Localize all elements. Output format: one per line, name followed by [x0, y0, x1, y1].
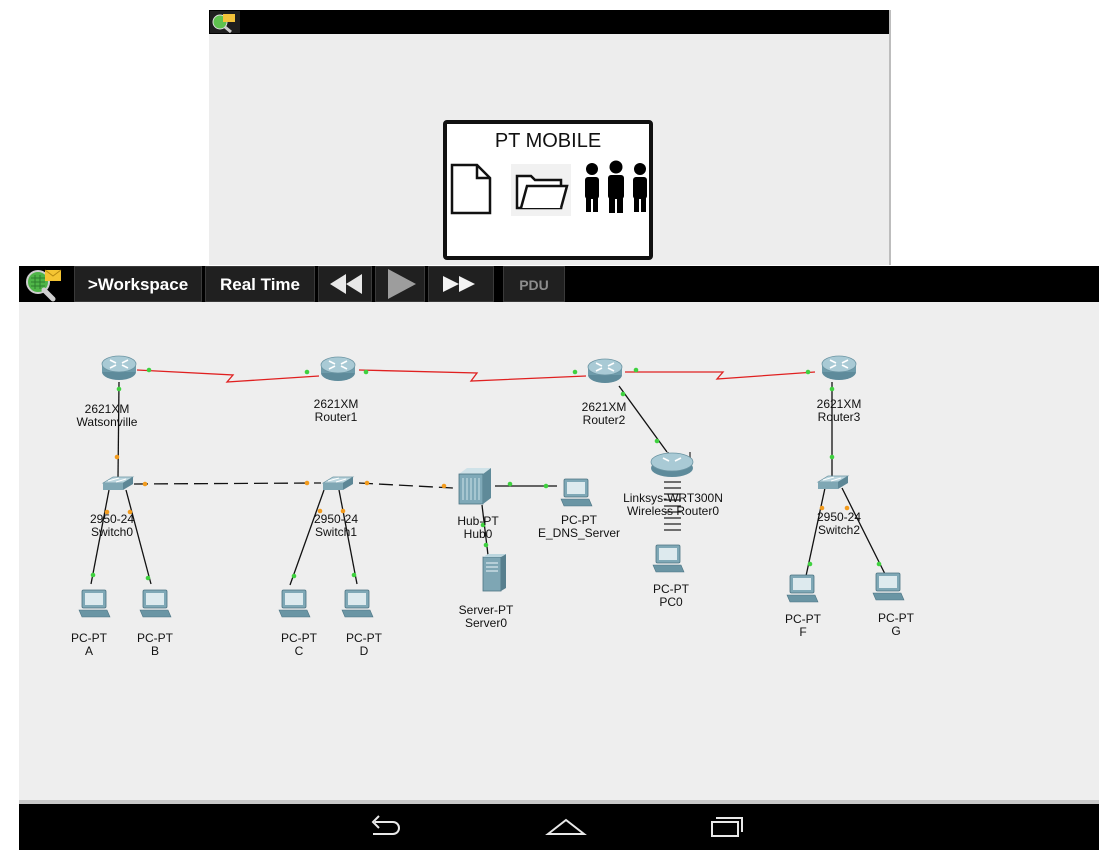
- switch-icon-switch1[interactable]: [322, 476, 354, 491]
- device-label-dns: PC-PT E_DNS_Server: [537, 513, 621, 540]
- users-icon[interactable]: [581, 160, 651, 219]
- link-router1-router2: [358, 369, 587, 382]
- device-label-pc-d: PC-PT D: [346, 631, 382, 658]
- document-icon[interactable]: [449, 162, 493, 221]
- pt-mobile-splash: PT MOBILE: [443, 120, 653, 260]
- router-icon-watsonville[interactable]: [101, 355, 137, 381]
- router-icon-router1[interactable]: [320, 356, 356, 382]
- device-label-router1: 2621XM Router1: [313, 397, 359, 424]
- rewind-icon[interactable]: [318, 266, 372, 302]
- serial-links: [136, 369, 816, 383]
- router-icon-router3[interactable]: [821, 355, 857, 381]
- play-icon[interactable]: [375, 266, 425, 302]
- switch-icon-switch2[interactable]: [817, 475, 849, 490]
- router-icon-router2[interactable]: [587, 358, 623, 384]
- device-label-switch2: 2950-24 Switch2: [816, 510, 862, 537]
- pc-icon-d[interactable]: [341, 589, 374, 618]
- folder-icon[interactable]: [511, 164, 571, 221]
- device-label-pc-b: PC-PT B: [137, 631, 173, 658]
- link-router2-router3: [625, 371, 816, 380]
- device-label-pc-c: PC-PT C: [281, 631, 317, 658]
- back-icon[interactable]: [363, 812, 407, 842]
- device-label-router2: 2621XM Router2: [581, 400, 627, 427]
- device-label-hub0: Hub-PT Hub0: [457, 514, 499, 541]
- pc-icon-pc0[interactable]: [652, 544, 685, 573]
- pc-icon-b[interactable]: [139, 589, 172, 618]
- splash-title: PT MOBILE: [494, 130, 602, 152]
- device-label-pc0: PC-PT PC0: [653, 582, 689, 609]
- pc-icon-a[interactable]: [78, 589, 111, 618]
- recent-apps-icon[interactable]: [704, 812, 748, 842]
- home-icon[interactable]: [544, 812, 588, 842]
- link-watsonville-switch0: [117, 381, 120, 479]
- device-label-pc-a: PC-PT A: [71, 631, 107, 658]
- device-label-watsonville: 2621XM Watsonville: [76, 402, 138, 429]
- fast-forward-icon[interactable]: [428, 266, 494, 302]
- device-label-router3: 2621XM Router3: [816, 397, 862, 424]
- android-navbar: [19, 804, 1099, 850]
- workspace-toolbar: >Workspace Real Time PDU: [19, 266, 1099, 302]
- device-label-wireless: Linksys-WRT300N Wireless Router0: [623, 491, 723, 518]
- pc-icon-c[interactable]: [278, 589, 311, 618]
- switch-icon-switch0[interactable]: [102, 476, 134, 491]
- packet-tracer-logo-icon[interactable]: [210, 11, 240, 34]
- pdu-button[interactable]: PDU: [503, 266, 565, 302]
- pc-icon-f[interactable]: [786, 574, 819, 603]
- packet-tracer-menu-icon[interactable]: [19, 266, 71, 302]
- pc-icon-g[interactable]: [872, 572, 905, 601]
- link-switch1-hub: [358, 482, 454, 489]
- link-switch0-switch1: [133, 482, 322, 485]
- server-icon-server0[interactable]: [482, 553, 507, 592]
- workspace-button[interactable]: >Workspace: [74, 266, 202, 302]
- pc-icon-dns[interactable]: [560, 478, 593, 507]
- link-watsonville-router1: [136, 369, 320, 383]
- device-label-server0: Server-PT Server0: [458, 603, 514, 630]
- workspace-canvas[interactable]: 2621XM Watsonville 2621XM Router1 2621XM Ro…: [19, 302, 1099, 800]
- device-label-switch0: 2950-24 Switch0: [89, 512, 135, 539]
- device-label-pc-f: PC-PT F: [785, 612, 821, 639]
- device-label-switch1: 2950-24 Switch1: [313, 512, 359, 539]
- network-topology: [78, 355, 905, 618]
- top-window-titlebar: [209, 10, 889, 34]
- hub-icon-hub0[interactable]: [458, 467, 492, 505]
- device-label-pc-g: PC-PT G: [878, 611, 914, 638]
- realtime-button[interactable]: Real Time: [205, 266, 315, 302]
